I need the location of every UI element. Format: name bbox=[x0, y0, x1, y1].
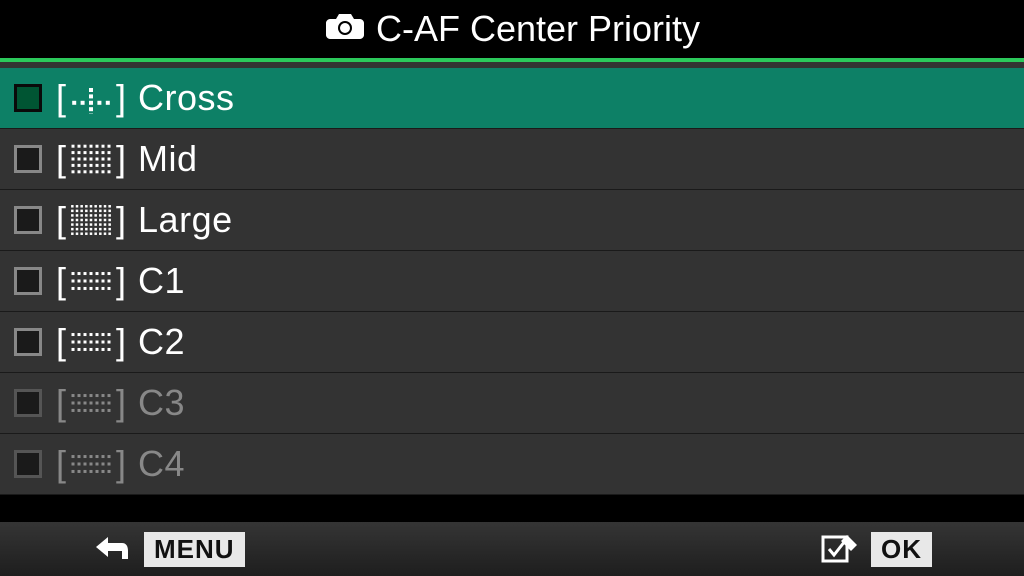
footer-right: OK bbox=[821, 531, 932, 568]
af-pattern-cross-icon: [] bbox=[56, 77, 126, 119]
menu-row-large[interactable]: [] Large bbox=[0, 190, 1024, 251]
checkbox[interactable] bbox=[14, 84, 42, 112]
menu-row-label: Mid bbox=[138, 138, 198, 180]
back-icon[interactable] bbox=[92, 531, 132, 568]
checkbox[interactable] bbox=[14, 328, 42, 356]
checkbox[interactable] bbox=[14, 267, 42, 295]
menu-row-label: C1 bbox=[138, 260, 185, 302]
menu-row-cross[interactable]: [] Cross bbox=[0, 68, 1024, 129]
checkbox[interactable] bbox=[14, 145, 42, 173]
ok-button[interactable]: OK bbox=[871, 532, 932, 567]
menu-row-label: Large bbox=[138, 199, 233, 241]
menu-row-label: C2 bbox=[138, 321, 185, 363]
menu-button[interactable]: MENU bbox=[144, 532, 245, 567]
menu-row-c4: [] C4 bbox=[0, 434, 1024, 495]
footer-bar: MENU OK bbox=[0, 520, 1024, 576]
af-pattern-large-icon: [] bbox=[56, 199, 126, 241]
checkbox bbox=[14, 389, 42, 417]
page-title: C-AF Center Priority bbox=[376, 8, 700, 50]
af-pattern-c2-icon: [] bbox=[56, 321, 126, 363]
af-pattern-mid-icon: [] bbox=[56, 138, 126, 180]
menu-row-label: C4 bbox=[138, 443, 185, 485]
af-pattern-c1-icon: [] bbox=[56, 260, 126, 302]
footer-left: MENU bbox=[92, 531, 245, 568]
menu-row-c1[interactable]: [] C1 bbox=[0, 251, 1024, 312]
menu-list: [] Cross [] Mid [] Large [] C1 [] C2 [] C3 [] C4 bbox=[0, 62, 1024, 495]
menu-row-c2[interactable]: [] C2 bbox=[0, 312, 1024, 373]
menu-row-label: Cross bbox=[138, 77, 235, 119]
checkbox-edit-icon bbox=[821, 531, 859, 568]
page-header: C-AF Center Priority bbox=[0, 0, 1024, 58]
menu-row-label: C3 bbox=[138, 382, 185, 424]
menu-row-mid[interactable]: [] Mid bbox=[0, 129, 1024, 190]
af-pattern-c4-icon: [] bbox=[56, 443, 126, 485]
checkbox bbox=[14, 450, 42, 478]
camera-icon bbox=[324, 8, 366, 50]
menu-row-c3: [] C3 bbox=[0, 373, 1024, 434]
af-pattern-c3-icon: [] bbox=[56, 382, 126, 424]
checkbox[interactable] bbox=[14, 206, 42, 234]
